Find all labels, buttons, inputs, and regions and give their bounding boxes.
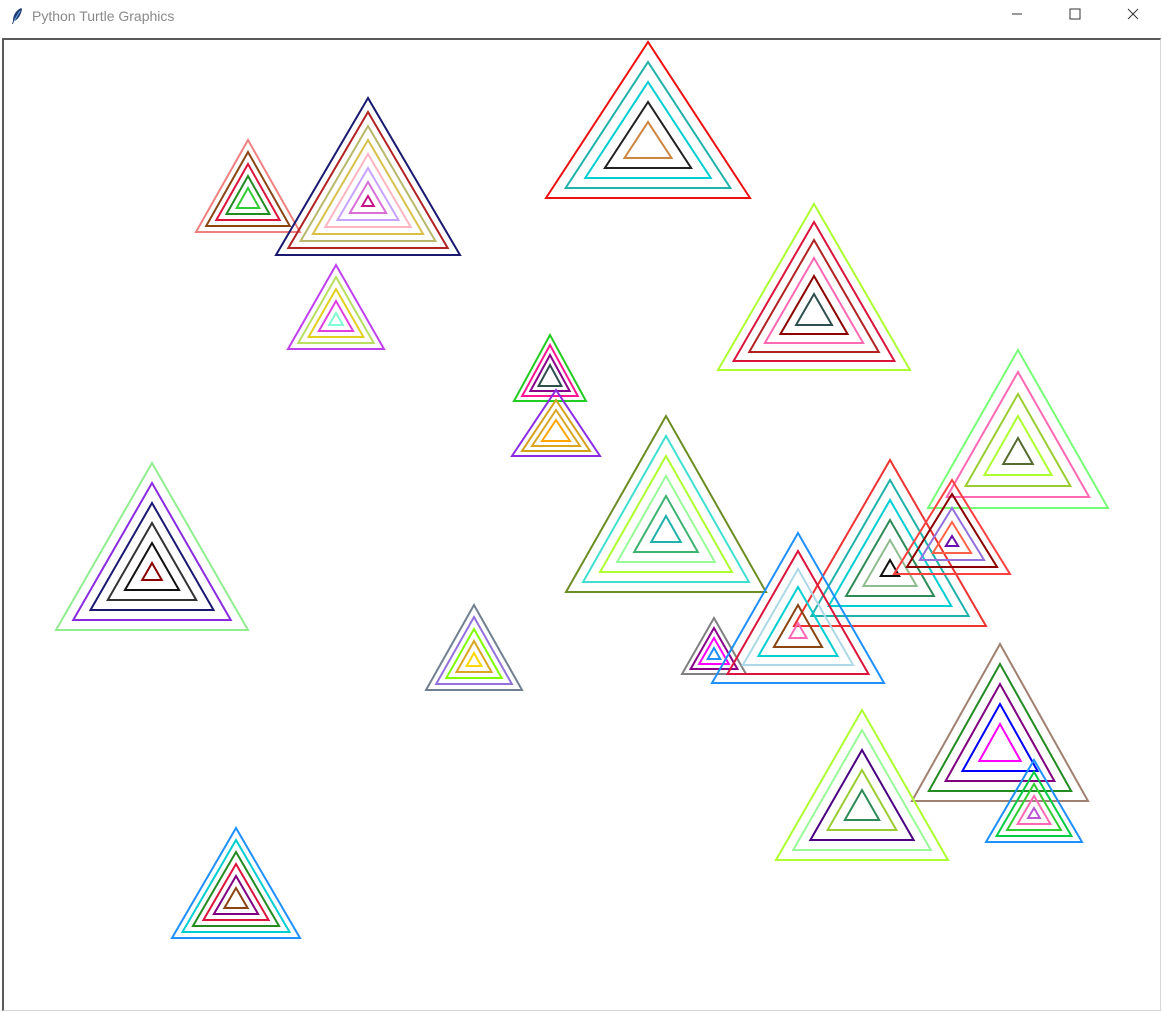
title-bar[interactable]: Python Turtle Graphics [0, 0, 1162, 32]
triangle-outline [544, 40, 752, 199]
triangle-outline [774, 707, 950, 861]
nested-triangle-group [54, 460, 250, 631]
triangle-outline [454, 638, 494, 673]
triangle-outline [317, 298, 355, 332]
triangle-outline [705, 645, 723, 660]
triangle-outline [843, 787, 881, 821]
turtle-window: Python Turtle Graphics [0, 0, 1162, 1012]
nested-triangle-group [424, 602, 524, 691]
nested-triangle-group [170, 826, 302, 939]
nested-triangle-group [680, 615, 748, 675]
triangle-outline [1026, 806, 1042, 819]
close-icon [1127, 7, 1139, 25]
nested-triangle-group [510, 388, 602, 457]
triangle-outline [170, 826, 302, 939]
triangle-outline [945, 369, 1091, 498]
triangle-outline [564, 413, 768, 593]
nested-triangle-group [910, 641, 1090, 802]
turtle-drawing-canvas[interactable] [4, 40, 1160, 1010]
triangle-outline [649, 513, 683, 543]
window-controls [988, 0, 1162, 32]
nested-triangle-group [544, 40, 752, 199]
triangle-outline [140, 560, 164, 581]
nested-triangle-group [512, 332, 588, 402]
triangle-outline [360, 194, 376, 207]
turtle-canvas-frame[interactable] [2, 38, 1161, 1011]
nested-triangle-group [716, 202, 912, 371]
triangle-outline [274, 96, 462, 256]
triangle-outline [982, 413, 1054, 476]
triangle-outline [731, 220, 897, 362]
maximize-icon [1069, 7, 1081, 25]
triangle-outline [464, 650, 484, 667]
nested-triangle-group [564, 413, 768, 593]
triangle-outline [632, 493, 700, 553]
nested-triangle-group [892, 478, 1012, 575]
close-button[interactable] [1104, 0, 1162, 32]
nested-triangle-group [274, 96, 462, 256]
triangle-outline [615, 473, 717, 563]
window-title: Python Turtle Graphics [32, 8, 175, 24]
triangle-outline [1001, 435, 1035, 465]
nested-triangle-group [286, 262, 386, 350]
triangle-outline [944, 534, 960, 547]
triangle-outline [123, 540, 181, 591]
triangle-outline [327, 310, 345, 326]
maximize-button[interactable] [1046, 0, 1104, 32]
triangle-outline [54, 460, 250, 631]
minimize-button[interactable] [988, 0, 1046, 32]
nested-triangle-group [194, 137, 302, 233]
triangle-outline [716, 202, 912, 371]
feather-icon [8, 7, 26, 25]
minimize-icon [1011, 7, 1023, 25]
nested-triangle-group [774, 707, 950, 861]
